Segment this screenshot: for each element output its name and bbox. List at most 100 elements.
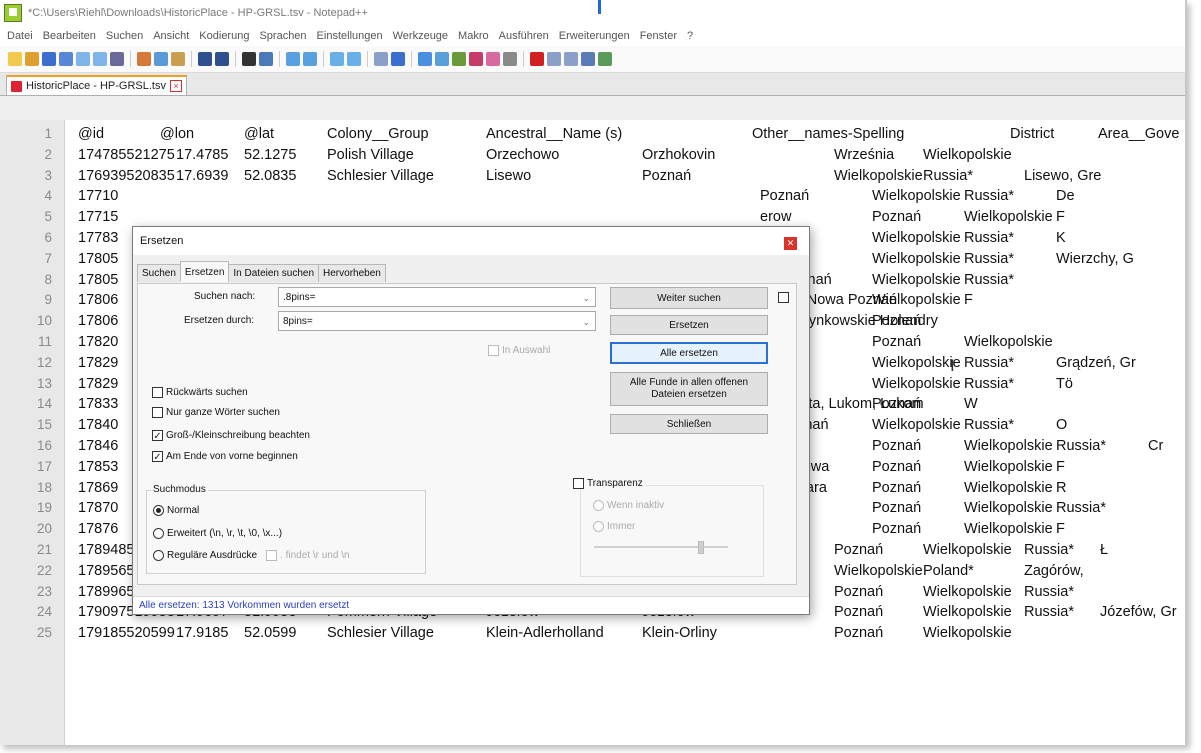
mode-extended[interactable]: Erweitert (\n, \r, \t, \0, \x...)	[153, 528, 282, 539]
sync-horizontal-icon[interactable]	[347, 52, 361, 66]
dialog-close-icon[interactable]: ✕	[784, 237, 797, 250]
chevron-down-icon[interactable]: ⌄	[582, 288, 590, 308]
mode-normal-radio[interactable]	[153, 505, 164, 516]
save-icon[interactable]	[42, 52, 56, 66]
find-next-checkbox[interactable]	[778, 292, 789, 303]
editor-line[interactable]: 3 176939520835 17.6939 52.0835 Schlesier Vil…	[0, 166, 1185, 187]
menu-werkzeuge[interactable]: Werkzeuge	[388, 30, 453, 42]
sync-vertical-icon[interactable]	[330, 52, 344, 66]
tab-ersetzen[interactable]: Ersetzen	[179, 261, 230, 282]
menu-datei[interactable]: Datei	[2, 30, 38, 42]
monitoring-icon[interactable]	[486, 52, 500, 66]
editor-line[interactable]: 25 179185520599 17.9185 52.0599 Schlesier Vi…	[0, 623, 1185, 644]
wrap-around-checkbox[interactable]: ✓	[152, 451, 163, 463]
menu-fenster[interactable]: Fenster	[635, 30, 682, 42]
option-backward[interactable]: Rückwärts suchen	[152, 387, 248, 398]
tab-in-dateien-suchen[interactable]: In Dateien suchen	[228, 264, 320, 282]
play-macro-icon[interactable]	[564, 52, 578, 66]
close-button[interactable]: Schließen	[610, 414, 768, 434]
find-input[interactable]: .8pins= ⌄	[278, 287, 596, 307]
find-icon[interactable]	[242, 52, 256, 66]
paste-icon[interactable]	[171, 52, 185, 66]
dot-newline-checkbox[interactable]	[266, 550, 278, 561]
new-file-icon[interactable]	[8, 52, 22, 66]
menu-einstellungen[interactable]: Einstellungen	[312, 30, 388, 42]
replace-button[interactable]: Ersetzen	[610, 315, 768, 335]
editor-line[interactable]: 4 17710 Poznań Wielkopolskie Russia* De	[0, 186, 1185, 207]
mode-extended-radio[interactable]	[153, 528, 164, 539]
editor-line[interactable]: 2 174785521275 17.4785 52.1275 Polish Villag…	[0, 145, 1185, 166]
option-wrap-around[interactable]: ✓ Am Ende von vorne beginnen	[152, 451, 298, 463]
replace-all-button[interactable]: Alle ersetzen	[610, 342, 768, 364]
whole-word-checkbox[interactable]	[152, 407, 163, 418]
copy-icon[interactable]	[154, 52, 168, 66]
record-macro-icon[interactable]	[530, 52, 544, 66]
tab-suchen[interactable]: Suchen	[137, 264, 181, 282]
replace-input[interactable]: 8pins= ⌄	[278, 311, 596, 331]
eye-icon[interactable]	[503, 52, 517, 66]
chevron-down-icon[interactable]: ⌄	[582, 312, 590, 332]
replace-icon[interactable]	[259, 52, 273, 66]
close-file-icon[interactable]	[76, 52, 90, 66]
cell-text: @id	[78, 126, 105, 142]
mode-regex-radio[interactable]	[153, 550, 164, 561]
editor-line[interactable]: 5 17715 erow Poznań Wielkopolskie F	[0, 207, 1185, 228]
mode-normal[interactable]: Normal	[153, 505, 199, 516]
transparency-checkbox-row[interactable]: Transparenz	[573, 478, 646, 489]
transparency-always[interactable]: Immer	[593, 521, 635, 532]
menu-ausfuehren[interactable]: Ausführen	[494, 30, 554, 42]
save-macro-icon[interactable]	[598, 52, 612, 66]
find-next-button[interactable]: Weiter suchen	[610, 287, 768, 309]
undo-icon[interactable]	[198, 52, 212, 66]
indent-guide-icon[interactable]	[418, 52, 432, 66]
zoom-in-icon[interactable]	[286, 52, 300, 66]
menu-sprachen[interactable]: Sprachen	[254, 30, 311, 42]
close-tab-icon[interactable]: ×	[169, 80, 182, 92]
line-number: 18	[36, 479, 52, 495]
menu-erweiterungen[interactable]: Erweiterungen	[554, 30, 635, 42]
mode-regex[interactable]: Reguläre Ausdrücke . findet \r und \n	[153, 550, 350, 561]
menu-help[interactable]: ?	[682, 30, 698, 42]
transparency-always-radio[interactable]	[593, 521, 604, 532]
cell-text: 17806	[78, 313, 119, 330]
cell-text: Wielkopolskie	[923, 146, 1012, 163]
match-case-checkbox[interactable]: ✓	[152, 430, 163, 442]
transparency-checkbox[interactable]	[573, 478, 584, 489]
editor-line[interactable]: 1 @id @lon @lat Colony__Group Ancestral__Name…	[0, 124, 1185, 145]
dot-newline-label: . findet \r und \n	[280, 550, 350, 561]
notepad-plus-plus-icon	[4, 4, 22, 22]
menu-ansicht[interactable]: Ansicht	[148, 30, 194, 42]
option-match-case[interactable]: ✓ Groß-/Kleinschreibung beachten	[152, 430, 310, 442]
in-selection-label: In Auswahl	[502, 345, 551, 356]
option-whole-word[interactable]: Nur ganze Wörter suchen	[152, 407, 280, 418]
word-wrap-icon[interactable]	[374, 52, 388, 66]
print-icon[interactable]	[110, 52, 124, 66]
open-file-icon[interactable]	[25, 52, 39, 66]
replace-all-open-files-button[interactable]: Alle Funde in allen offenen Dateien erse…	[610, 372, 768, 406]
file-tab[interactable]: HistoricPlace - HP-GRSL.tsv ×	[6, 75, 187, 95]
backward-checkbox[interactable]	[152, 387, 163, 398]
stop-macro-icon[interactable]	[547, 52, 561, 66]
tab-hervorheben[interactable]: Hervorheben	[318, 264, 386, 282]
transparency-slider[interactable]	[594, 541, 728, 554]
zoom-out-icon[interactable]	[303, 52, 317, 66]
folder-workspace-icon[interactable]	[469, 52, 483, 66]
cell-text: Wielkopolskie	[872, 250, 961, 267]
in-selection-box[interactable]	[488, 345, 499, 356]
in-selection-checkbox[interactable]: In Auswahl	[488, 345, 550, 356]
run-macro-multiple-icon[interactable]	[581, 52, 595, 66]
menu-suchen[interactable]: Suchen	[101, 30, 148, 42]
transparency-slider-thumb[interactable]	[698, 541, 704, 554]
transparency-inactive-radio[interactable]	[593, 500, 604, 511]
close-all-icon[interactable]	[93, 52, 107, 66]
cut-icon[interactable]	[137, 52, 151, 66]
menu-makro[interactable]: Makro	[453, 30, 494, 42]
transparency-inactive[interactable]: Wenn inaktiv	[593, 500, 664, 511]
menu-bearbeiten[interactable]: Bearbeiten	[38, 30, 101, 42]
show-all-chars-icon[interactable]	[391, 52, 405, 66]
menu-kodierung[interactable]: Kodierung	[194, 30, 254, 42]
redo-icon[interactable]	[215, 52, 229, 66]
save-all-icon[interactable]	[59, 52, 73, 66]
doc-map-icon[interactable]	[435, 52, 449, 66]
function-list-icon[interactable]	[452, 52, 466, 66]
